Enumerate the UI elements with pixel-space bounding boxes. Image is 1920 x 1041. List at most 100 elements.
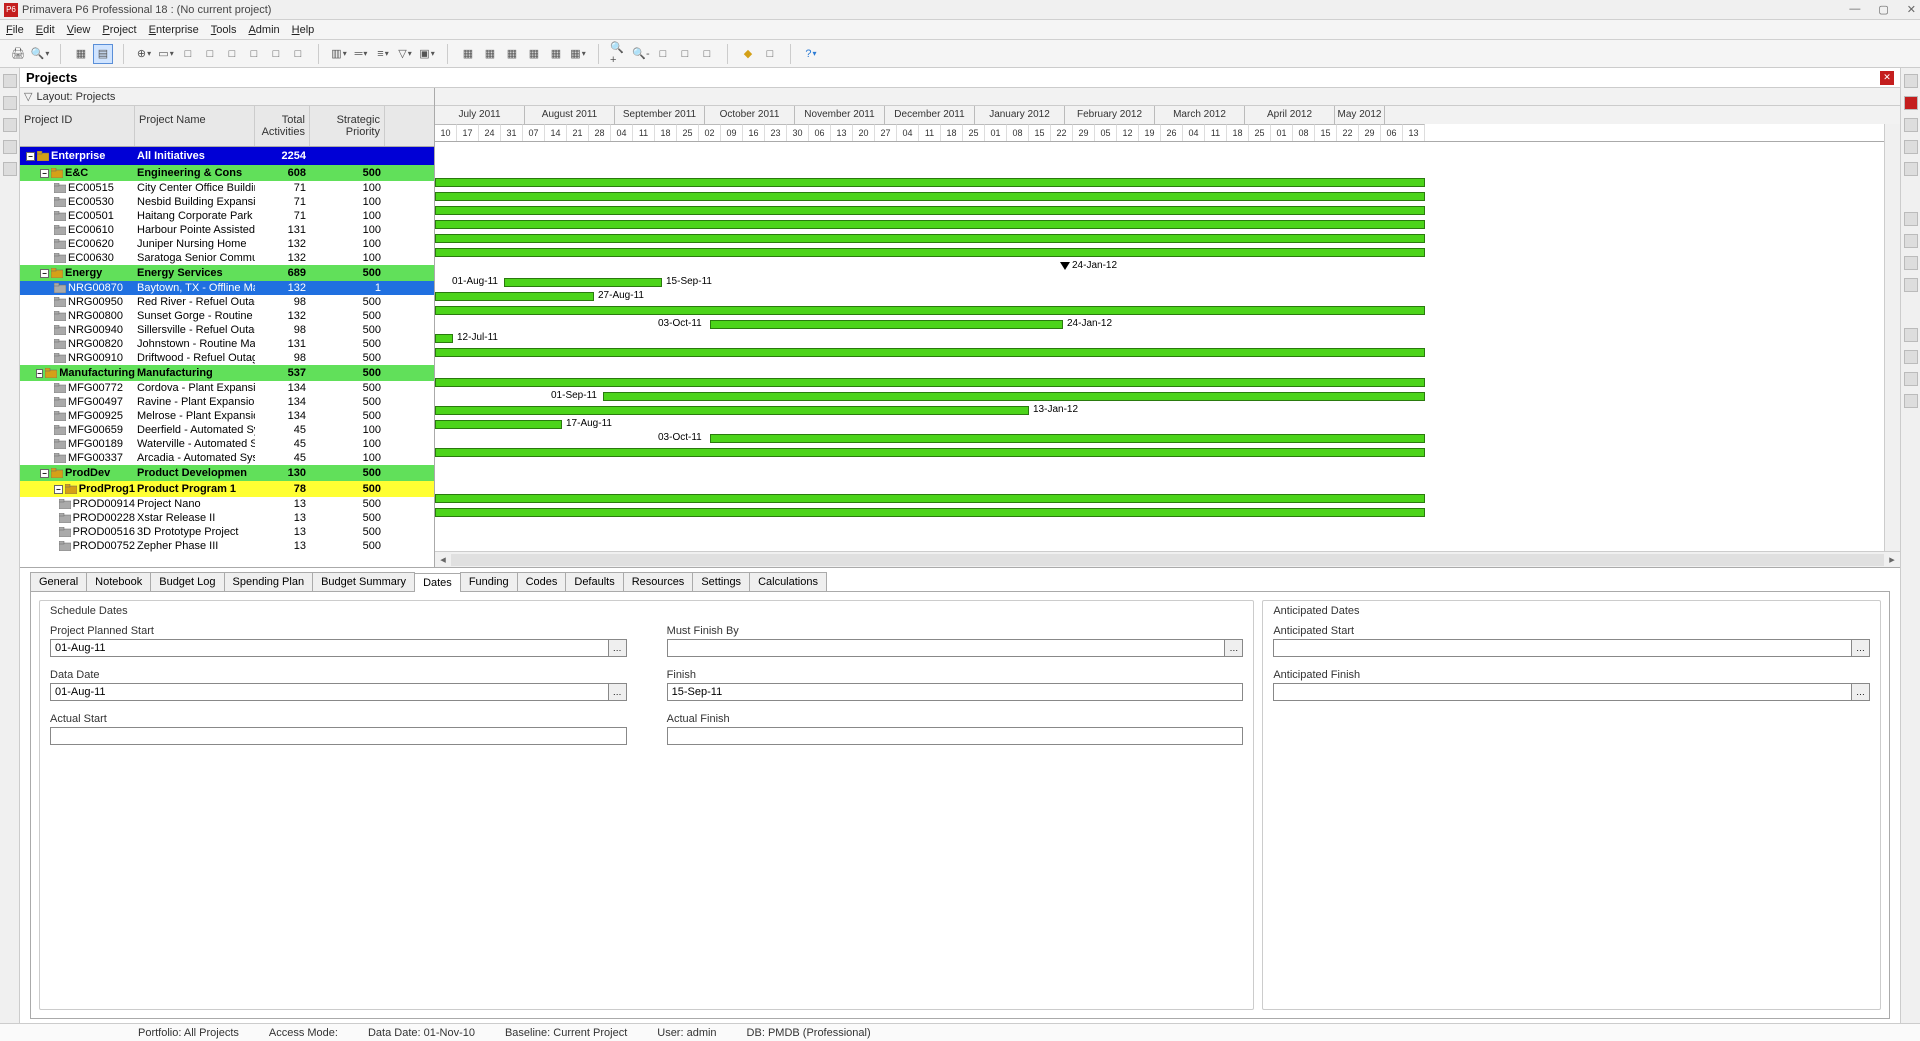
tab-resources[interactable]: Resources xyxy=(623,572,694,591)
project-row[interactable]: PROD005163D Prototype Project13500 xyxy=(20,525,434,539)
toolbar-i3[interactable]: □ xyxy=(222,44,242,64)
r-strip-5[interactable] xyxy=(1904,162,1918,176)
tb-h3[interactable]: □ xyxy=(697,44,717,64)
anticipated-start-input[interactable] xyxy=(1274,640,1851,656)
gantt-bar[interactable] xyxy=(435,508,1425,517)
menu-help[interactable]: Help xyxy=(292,24,315,36)
data-date-picker[interactable]: … xyxy=(608,684,626,700)
col-project-id[interactable]: Project ID xyxy=(20,106,135,146)
toolbar-i5[interactable]: □ xyxy=(266,44,286,64)
strip-icon-4[interactable] xyxy=(3,140,17,154)
tb-g4[interactable]: ▦ xyxy=(524,44,544,64)
toolbar-add[interactable]: ⊕ xyxy=(134,44,154,64)
r-strip-8[interactable] xyxy=(1904,256,1918,270)
group-button[interactable]: ═ xyxy=(351,44,371,64)
eps-row[interactable]: −ManufacturingManufacturing537500 xyxy=(20,365,434,381)
project-row[interactable]: EC00501Haitang Corporate Park71100 xyxy=(20,209,434,223)
tab-codes[interactable]: Codes xyxy=(517,572,567,591)
menu-view[interactable]: View xyxy=(67,24,91,36)
tab-dates[interactable]: Dates xyxy=(414,573,461,592)
toolbar-i1[interactable]: □ xyxy=(178,44,198,64)
r-strip-13[interactable] xyxy=(1904,394,1918,408)
tab-notebook[interactable]: Notebook xyxy=(86,572,151,591)
r-strip-10[interactable] xyxy=(1904,328,1918,342)
print-button[interactable]: 🖨 xyxy=(8,44,28,64)
columns-button[interactable]: ▥ xyxy=(329,44,349,64)
tab-funding[interactable]: Funding xyxy=(460,572,518,591)
toolbar-expand[interactable]: ▭ xyxy=(156,44,176,64)
expand-toggle[interactable]: − xyxy=(40,469,49,478)
anticipated-finish-picker[interactable]: … xyxy=(1851,684,1869,700)
gantt-bar[interactable] xyxy=(435,206,1425,215)
strip-icon-5[interactable] xyxy=(3,162,17,176)
project-row[interactable]: EC00515City Center Office Building Adc71… xyxy=(20,181,434,195)
print-preview-button[interactable]: 🔍 xyxy=(30,44,50,64)
tb-h1[interactable]: □ xyxy=(653,44,673,64)
scroll-right-arrow[interactable]: ▸ xyxy=(1884,553,1900,566)
actual-finish-input[interactable] xyxy=(668,728,1243,744)
tb-g3[interactable]: ▦ xyxy=(502,44,522,64)
col-total-activities[interactable]: Total Activities xyxy=(255,106,310,146)
project-row[interactable]: NRG00800Sunset Gorge - Routine Mainte132… xyxy=(20,309,434,323)
gantt-bar[interactable] xyxy=(435,306,1425,315)
expand-toggle[interactable]: − xyxy=(26,152,35,161)
eps-row[interactable]: −E&CEngineering & Cons608500 xyxy=(20,165,434,181)
project-row[interactable]: NRG00910Driftwood - Refuel Outage98500 xyxy=(20,351,434,365)
scroll-left-arrow[interactable]: ◂ xyxy=(435,553,451,566)
anticipated-finish-input[interactable] xyxy=(1274,684,1851,700)
tab-budget-log[interactable]: Budget Log xyxy=(150,572,224,591)
eps-row[interactable]: −ProdDevProduct Developmen130500 xyxy=(20,465,434,481)
project-row[interactable]: MFG00497Ravine - Plant Expansion & Mo134… xyxy=(20,395,434,409)
strip-icon-2[interactable] xyxy=(3,96,17,110)
r-strip-9[interactable] xyxy=(1904,278,1918,292)
project-row[interactable]: PROD00752Zepher Phase III13500 xyxy=(20,539,434,553)
tb-g6[interactable]: ▦ xyxy=(568,44,588,64)
must-finish-input[interactable] xyxy=(668,640,1225,656)
milestone-marker[interactable] xyxy=(1060,262,1070,270)
project-row[interactable]: EC00610Harbour Pointe Assisted Living131… xyxy=(20,223,434,237)
project-row[interactable]: NRG00940Sillersville - Refuel Outage9850… xyxy=(20,323,434,337)
tab-general[interactable]: General xyxy=(30,572,87,591)
tb-h2[interactable]: □ xyxy=(675,44,695,64)
tab-budget-summary[interactable]: Budget Summary xyxy=(312,572,415,591)
layout-button[interactable]: ▣ xyxy=(417,44,437,64)
gantt-bar[interactable] xyxy=(435,234,1425,243)
menu-edit[interactable]: Edit xyxy=(36,24,55,36)
expand-toggle[interactable]: − xyxy=(54,485,63,494)
tb-g1[interactable]: ▦ xyxy=(458,44,478,64)
tab-settings[interactable]: Settings xyxy=(692,572,750,591)
layout-bar[interactable]: ▽ Layout: Projects xyxy=(20,88,434,106)
r-strip-3[interactable] xyxy=(1904,118,1918,132)
col-strategic-priority[interactable]: Strategic Priority xyxy=(310,106,385,146)
expand-toggle[interactable]: − xyxy=(40,269,49,278)
maximize-button[interactable]: ▢ xyxy=(1878,3,1888,16)
project-row[interactable]: MFG00337Arcadia - Automated System45100 xyxy=(20,451,434,465)
menu-enterprise[interactable]: Enterprise xyxy=(149,24,199,36)
project-row[interactable]: PROD00914Project Nano13500 xyxy=(20,497,434,511)
zoom-in-button[interactable]: 🔍+ xyxy=(609,44,629,64)
gantt-bar[interactable] xyxy=(435,448,1425,457)
col-project-name[interactable]: Project Name xyxy=(135,106,255,146)
tab-defaults[interactable]: Defaults xyxy=(565,572,623,591)
sort-button[interactable]: ≡ xyxy=(373,44,393,64)
must-finish-picker[interactable]: … xyxy=(1224,640,1242,656)
menu-file[interactable]: File xyxy=(6,24,24,36)
gantt-bar[interactable] xyxy=(435,292,594,301)
project-row[interactable]: MFG00925Melrose - Plant Expansion & M134… xyxy=(20,409,434,423)
project-row[interactable]: NRG00950Red River - Refuel Outage98500 xyxy=(20,295,434,309)
tb-g5[interactable]: ▦ xyxy=(546,44,566,64)
gantt-horizontal-scrollbar[interactable]: ◂ ▸ xyxy=(435,551,1900,567)
finish-input[interactable] xyxy=(668,684,1243,700)
project-row[interactable]: NRG00820Johnstown - Routine Maintena1315… xyxy=(20,337,434,351)
close-button[interactable]: ✕ xyxy=(1907,3,1916,16)
zoom-out-button[interactable]: 🔍- xyxy=(631,44,651,64)
eps-row[interactable]: −ProdProg1Product Program 178500 xyxy=(20,481,434,497)
eps-row[interactable]: −EnergyEnergy Services689500 xyxy=(20,265,434,281)
menu-project[interactable]: Project xyxy=(102,24,136,36)
r-strip-4[interactable] xyxy=(1904,140,1918,154)
r-strip-12[interactable] xyxy=(1904,372,1918,386)
gantt-bar[interactable] xyxy=(435,178,1425,187)
tab-calculations[interactable]: Calculations xyxy=(749,572,827,591)
toolbar-icon-2[interactable]: ▤ xyxy=(93,44,113,64)
gantt-bar[interactable] xyxy=(435,220,1425,229)
